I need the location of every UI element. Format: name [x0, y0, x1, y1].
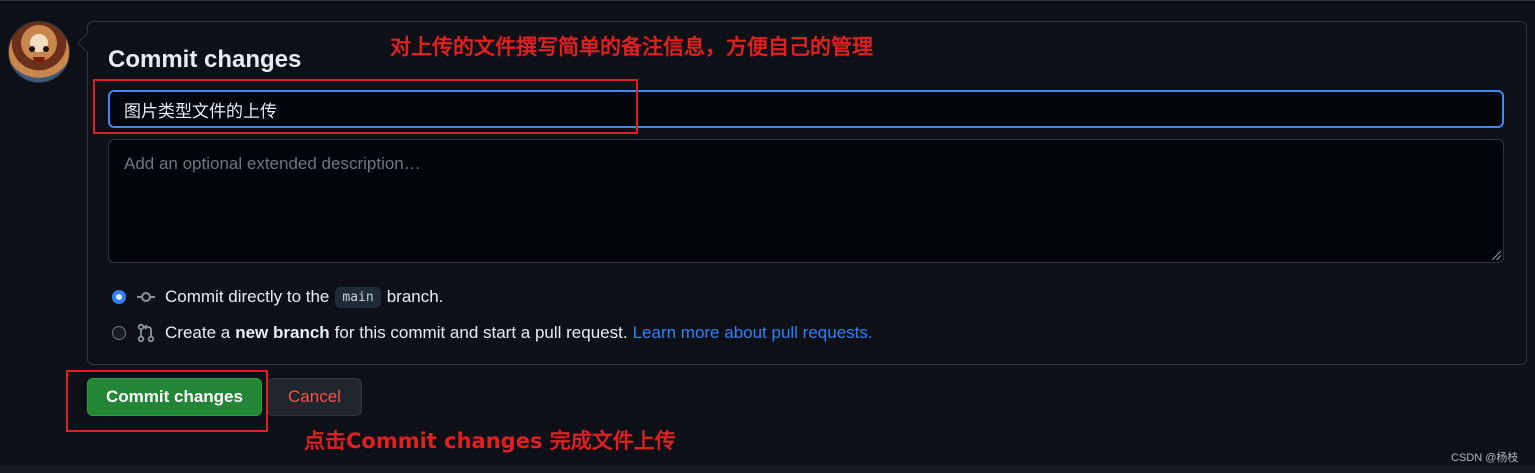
option-direct-suffix: branch.: [386, 287, 444, 306]
annotation-box-commit: [66, 370, 268, 432]
radio-new-branch[interactable]: [112, 326, 126, 340]
git-pull-request-icon: [137, 323, 155, 343]
avatar-eye-right: [43, 46, 49, 52]
learn-more-pull-requests-link[interactable]: Learn more about pull requests.: [633, 323, 873, 343]
option-new-bold: new branch: [235, 323, 330, 342]
annotation-box-summary: [93, 79, 638, 134]
avatar-mouth: [33, 57, 45, 62]
option-new-suffix: for this commit and start a pull request…: [334, 323, 628, 342]
textarea-resize-handle[interactable]: [1492, 251, 1501, 260]
commit-description-textarea[interactable]: [108, 139, 1504, 263]
option-new-branch[interactable]: Create a new branch for this commit and …: [112, 322, 873, 344]
avatar-eye-left: [29, 46, 35, 52]
option-direct-prefix: Commit directly to the: [165, 287, 330, 306]
watermark: CSDN @杨枝: [1451, 452, 1519, 464]
branch-name-code: main: [335, 286, 381, 308]
option-new-prefix: Create a: [165, 323, 231, 342]
option-commit-direct[interactable]: Commit directly to the main branch.: [112, 286, 443, 308]
git-commit-icon: [137, 292, 155, 302]
annotation-text-top: 对上传的文件撰写简单的备注信息，方便自己的管理: [390, 35, 873, 59]
radio-commit-direct[interactable]: [112, 290, 126, 304]
commit-title: Commit changes: [108, 46, 302, 73]
bottom-divider: [0, 465, 1535, 473]
user-avatar[interactable]: [8, 21, 70, 83]
annotation-text-bottom: 点击Commit changes 完成文件上传: [304, 429, 676, 453]
cancel-button[interactable]: Cancel: [267, 378, 362, 416]
top-divider: [0, 0, 1535, 1]
